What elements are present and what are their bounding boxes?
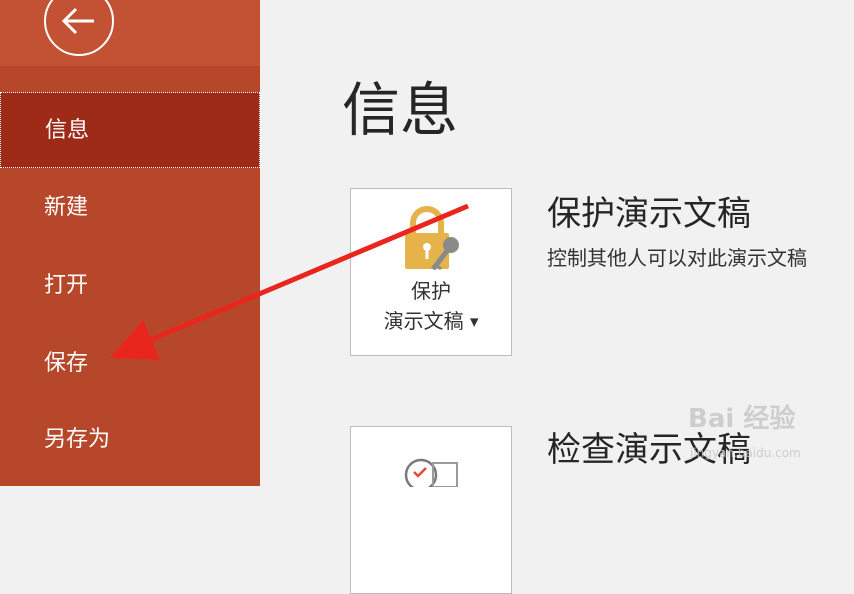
inspect-presentation-button[interactable] [350, 426, 512, 594]
protect-button-label-line1: 保护 [411, 279, 451, 303]
back-button[interactable] [44, 0, 114, 56]
nav-item-info[interactable]: 信息 [0, 92, 260, 168]
watermark-logo: Bai 经验 [688, 404, 796, 434]
back-arrow-icon [61, 7, 94, 35]
protect-presentation-description: 控制其他人可以对此演示文稿 [547, 246, 807, 270]
sidebar-header [0, 0, 260, 66]
page-title: 信息 [342, 76, 459, 144]
watermark-url: jingyan.baidu.com [690, 446, 801, 460]
nav-item-new[interactable]: 新建 [0, 170, 260, 246]
protect-button-label-line2: 演示文稿 ▼ [383, 309, 479, 333]
dropdown-caret-icon: ▼ [469, 315, 479, 329]
nav-item-open[interactable]: 打开 [0, 248, 260, 324]
protect-presentation-title: 保护演示文稿 [547, 194, 751, 234]
sidebar: 信息 新建 打开 保存 另存为 [0, 0, 260, 486]
nav-item-save-as[interactable]: 另存为 [0, 402, 260, 478]
nav-item-save[interactable]: 保存 [0, 326, 260, 402]
lock-key-icon [405, 206, 459, 271]
inspect-document-icon [404, 458, 458, 487]
protect-presentation-button[interactable]: 保护 演示文稿 ▼ [350, 188, 512, 356]
